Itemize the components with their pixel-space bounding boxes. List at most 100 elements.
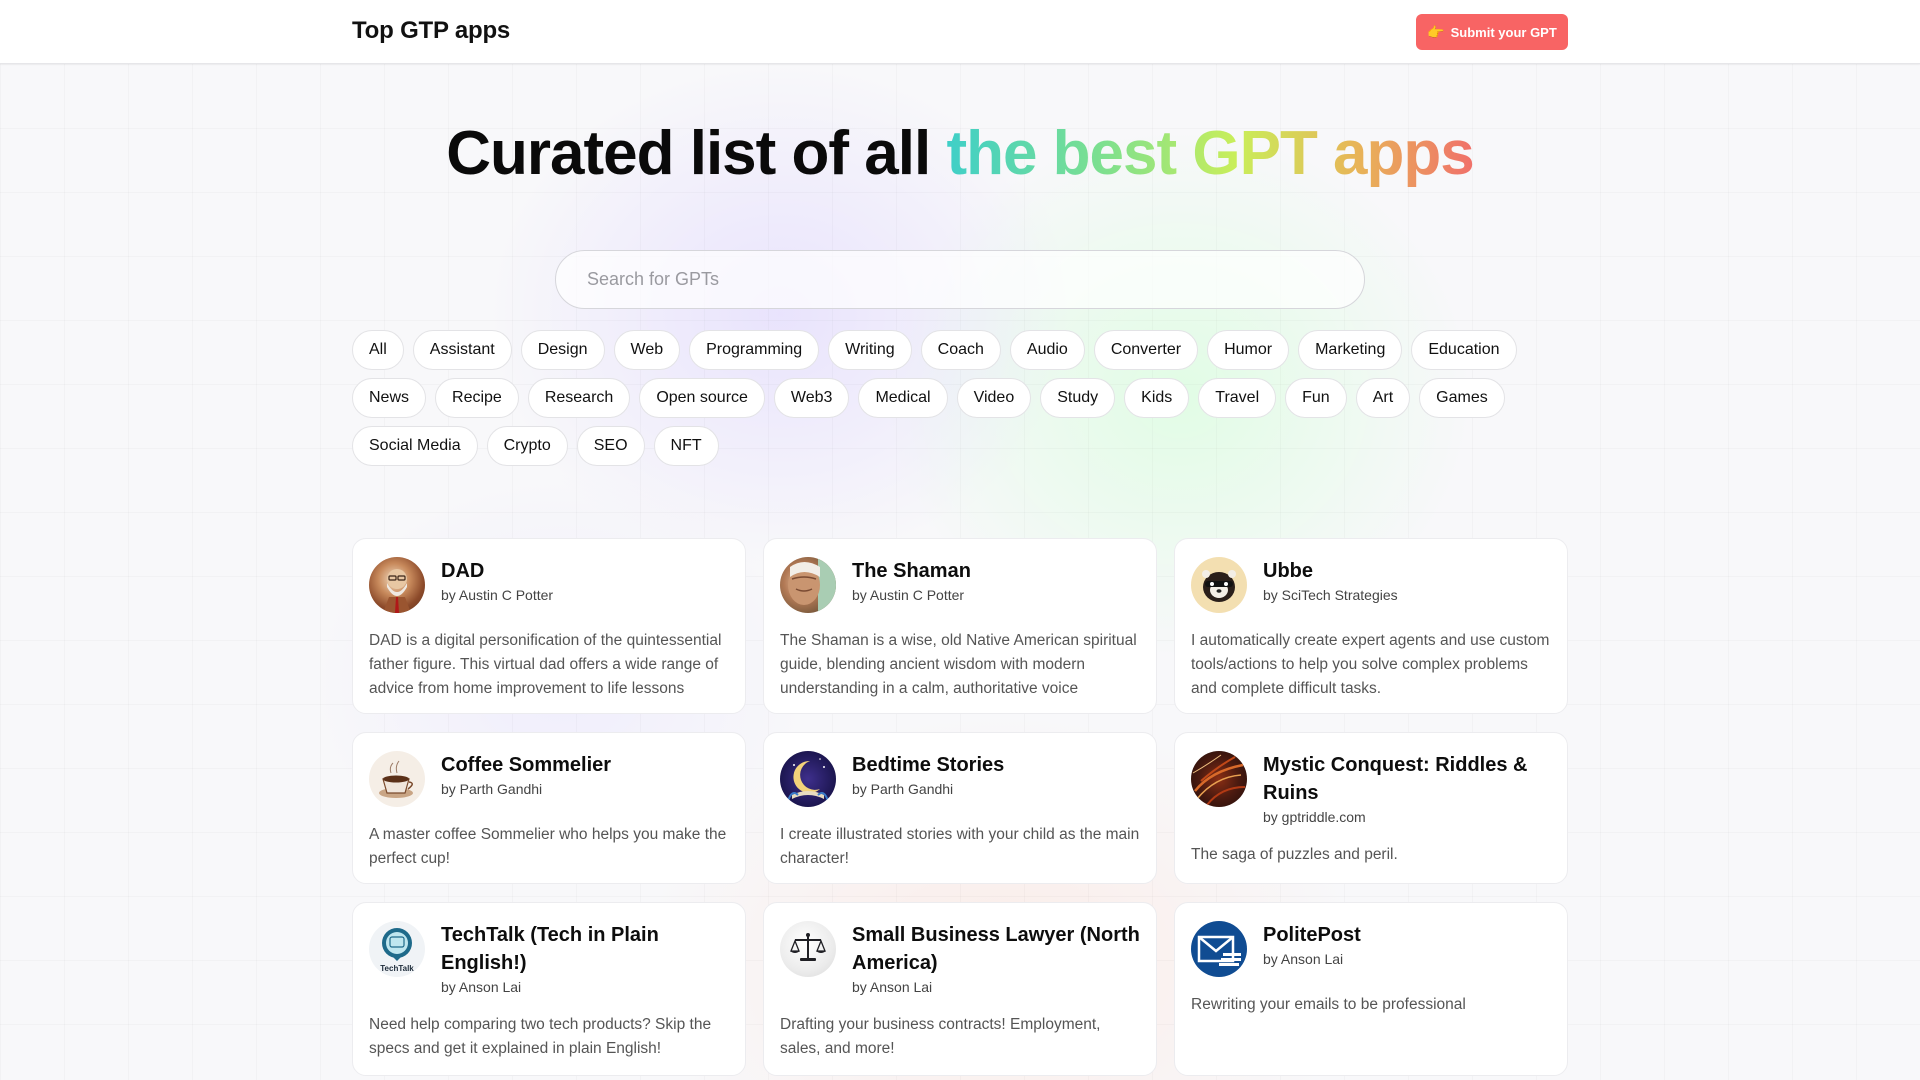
app-description: Rewriting your emails to be professional (1191, 996, 1466, 1013)
app-description: I create illustrated stories with your c… (780, 826, 1140, 867)
category-chip-social-media[interactable]: Social Media (352, 426, 478, 466)
app-card-header: Small Business Lawyer (North America) by … (780, 921, 1140, 997)
category-chip-coach[interactable]: Coach (920, 330, 1001, 370)
app-card-grid: DAD by Austin C Potter DAD is a digital pe… (352, 538, 1568, 1076)
category-chip-research[interactable]: Research (527, 378, 631, 418)
app-card-header: Coffee Sommelier by Parth Gandhi (369, 751, 729, 807)
search-box (555, 250, 1365, 309)
app-author: by Parth Gandhi (852, 781, 954, 797)
search-input[interactable] (556, 251, 1364, 308)
category-chip-news[interactable]: News (352, 378, 427, 418)
hero-title: Curated list of all the best GPT apps (0, 118, 1920, 189)
category-chip-humor[interactable]: Humor (1207, 330, 1290, 370)
app-name[interactable]: DAD (441, 557, 553, 585)
category-chip-kids[interactable]: Kids (1124, 378, 1190, 418)
app-author: by Austin C Potter (441, 587, 554, 603)
app-name[interactable]: Bedtime Stories (852, 751, 1004, 779)
app-card-meta: Coffee Sommelier by Parth Gandhi (441, 751, 611, 799)
hero-title-highlight: the best GPT apps (946, 119, 1474, 188)
category-chip-open-source[interactable]: Open source (639, 378, 765, 418)
app-author: by Anson Lai (852, 979, 933, 995)
app-name[interactable]: The Shaman (852, 557, 971, 585)
app-name[interactable]: Mystic Conquest: Riddles & Ruins (1263, 751, 1551, 807)
app-card[interactable]: Small Business Lawyer (North America) by … (763, 902, 1157, 1076)
app-description: A master coffee Sommelier who helps you … (369, 826, 727, 867)
category-chip-marketing[interactable]: Marketing (1298, 330, 1403, 370)
category-chip-art[interactable]: Art (1355, 378, 1411, 418)
app-card[interactable]: Coffee Sommelier by Parth Gandhi A master … (352, 732, 746, 884)
app-name[interactable]: Coffee Sommelier (441, 751, 611, 779)
app-card-meta: Ubbe by SciTech Strategies (1263, 557, 1398, 605)
category-chip-recipe[interactable]: Recipe (435, 378, 519, 418)
app-description: I automatically create expert agents and… (1191, 632, 1550, 697)
app-card-header: DAD by Austin C Potter (369, 557, 729, 613)
app-card[interactable]: The Shaman by Austin C Potter The Shaman i… (763, 538, 1157, 714)
app-name[interactable]: PolitePost (1263, 921, 1361, 949)
moon-book-icon (780, 751, 836, 807)
app-card-header: PolitePost by Anson Lai (1191, 921, 1551, 977)
app-author: by Austin C Potter (852, 587, 965, 603)
app-description: The Shaman is a wise, old Native America… (780, 632, 1137, 697)
pointing-hand-icon: 👉 (1427, 23, 1445, 40)
app-name[interactable]: Ubbe (1263, 557, 1398, 585)
app-name[interactable]: Small Business Lawyer (North America) (852, 921, 1140, 977)
dad-avatar-icon (369, 557, 425, 613)
category-chip-assistant[interactable]: Assistant (412, 330, 512, 370)
app-card-meta: The Shaman by Austin C Potter (852, 557, 971, 605)
app-card-meta: Bedtime Stories by Parth Gandhi (852, 751, 1004, 799)
app-card-header: TechTalk TechTalk (Tech in Plain English!… (369, 921, 729, 997)
app-author: by SciTech Strategies (1263, 587, 1398, 603)
category-chip-design[interactable]: Design (520, 330, 605, 370)
category-chip-games[interactable]: Games (1419, 378, 1505, 418)
category-chip-video[interactable]: Video (956, 378, 1032, 418)
app-name[interactable]: TechTalk (Tech in Plain English!) (441, 921, 729, 977)
app-author: by Anson Lai (1263, 951, 1344, 967)
app-card-header: Bedtime Stories by Parth Gandhi (780, 751, 1140, 807)
app-card[interactable]: Bedtime Stories by Parth Gandhi I create i… (763, 732, 1157, 884)
top-nav: Top GTP apps 👉 Submit your GPT (0, 0, 1920, 64)
category-chip-travel[interactable]: Travel (1198, 378, 1277, 418)
category-chip-web3[interactable]: Web3 (773, 378, 850, 418)
submit-gpt-label: Submit your GPT (1450, 24, 1557, 40)
category-chip-audio[interactable]: Audio (1009, 330, 1085, 370)
app-card-header: The Shaman by Austin C Potter (780, 557, 1140, 613)
app-card[interactable]: Mystic Conquest: Riddles & Ruins by gptri… (1174, 732, 1568, 884)
app-author: by Parth Gandhi (441, 781, 543, 797)
svg-text:TechTalk: TechTalk (380, 964, 414, 973)
category-chip-web[interactable]: Web (613, 330, 681, 370)
submit-gpt-button[interactable]: 👉 Submit your GPT (1416, 14, 1568, 50)
app-author: by gptriddle.com (1263, 809, 1366, 825)
techtalk-logo-icon: TechTalk (369, 921, 425, 977)
hero-title-plain: Curated list of all (446, 119, 931, 188)
app-card-header: Ubbe by SciTech Strategies (1191, 557, 1551, 613)
category-chip-all[interactable]: All (352, 330, 404, 370)
coffee-cup-icon (369, 751, 425, 807)
app-card-meta: DAD by Austin C Potter (441, 557, 553, 605)
category-chip-education[interactable]: Education (1411, 330, 1517, 370)
category-chip-seo[interactable]: SEO (576, 426, 645, 466)
category-chip-crypto[interactable]: Crypto (486, 426, 568, 466)
app-card[interactable]: TechTalk TechTalk (Tech in Plain English!… (352, 902, 746, 1076)
category-chip-study[interactable]: Study (1040, 378, 1116, 418)
scales-of-justice-icon (780, 921, 836, 977)
app-author: by Anson Lai (441, 979, 522, 995)
category-chip-writing[interactable]: Writing (828, 330, 912, 370)
app-description: Need help comparing two tech products? S… (369, 1016, 712, 1057)
category-chip-medical[interactable]: Medical (858, 378, 948, 418)
category-chip-fun[interactable]: Fun (1285, 378, 1347, 418)
app-card[interactable]: DAD by Austin C Potter DAD is a digital pe… (352, 538, 746, 714)
app-description: DAD is a digital personification of the … (369, 632, 722, 697)
app-description: Drafting your business contracts! Employ… (780, 1016, 1101, 1057)
app-card[interactable]: PolitePost by Anson Lai Rewriting your ema… (1174, 902, 1568, 1076)
envelope-icon (1191, 921, 1247, 977)
dragon-avatar-icon (1191, 751, 1247, 807)
category-chip-nft[interactable]: NFT (653, 426, 719, 466)
site-title[interactable]: Top GTP apps (352, 17, 510, 45)
category-chip-programming[interactable]: Programming (689, 330, 820, 370)
app-card-header: Mystic Conquest: Riddles & Ruins by gptri… (1191, 751, 1551, 827)
app-card[interactable]: Ubbe by SciTech Strategies I automatically… (1174, 538, 1568, 714)
category-filter-list: All Assistant Design Web Programming Writing C… (352, 330, 1572, 466)
ferret-avatar-icon (1191, 557, 1247, 613)
app-card-meta: PolitePost by Anson Lai (1263, 921, 1361, 969)
category-chip-converter[interactable]: Converter (1093, 330, 1199, 370)
